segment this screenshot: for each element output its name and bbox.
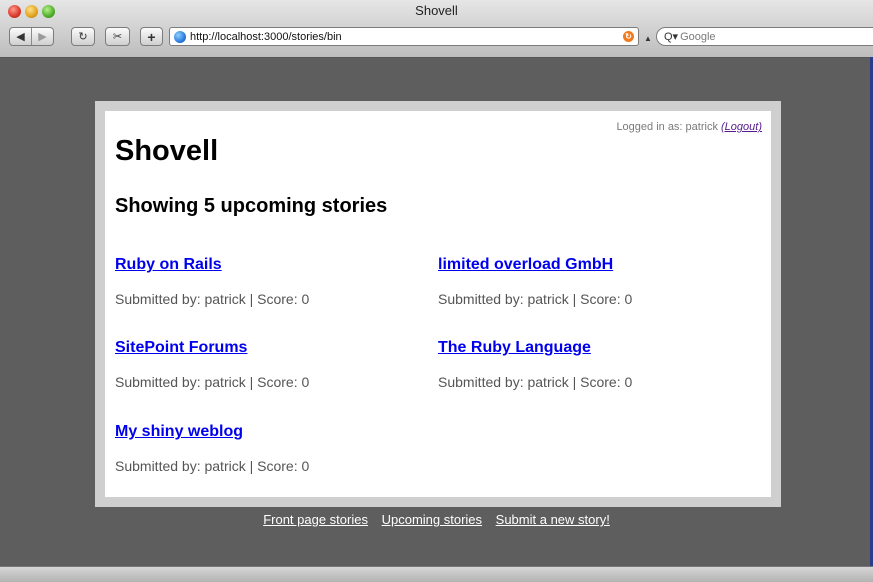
status-bar [0, 566, 873, 582]
story-link[interactable]: Ruby on Rails [115, 256, 222, 273]
logout-link[interactable]: (Logout) [721, 121, 762, 133]
webclip-icon: ✂ [112, 31, 123, 43]
story-item: limited overload GmbH Submitted by: patr… [438, 256, 748, 307]
window-title: Shovell [415, 3, 458, 18]
search-field[interactable]: Q▾ [656, 27, 873, 46]
story-meta: Submitted by: patrick | Score: 0 [438, 374, 633, 390]
stories-heading: Showing 5 upcoming stories [115, 195, 388, 217]
story-item: SitePoint Forums Submitted by: patrick |… [115, 339, 425, 390]
story-item: My shiny weblog Submitted by: patrick | … [115, 423, 425, 474]
reload-icon: ↻ [78, 31, 88, 43]
snapback-icon[interactable]: ↻ [623, 31, 634, 42]
story-item: Ruby on Rails Submitted by: patrick | Sc… [115, 256, 425, 307]
story-meta: Submitted by: patrick | Score: 0 [115, 291, 310, 307]
add-bookmark-button[interactable]: + [140, 27, 163, 46]
page-content: Logged in as: patrick (Logout) Shovell S… [105, 111, 771, 497]
address-bar[interactable]: http://localhost:3000/stories/bin ↻ [169, 27, 639, 46]
story-meta: Submitted by: patrick | Score: 0 [115, 374, 310, 390]
story-link[interactable]: My shiny weblog [115, 423, 243, 440]
plus-icon: + [147, 28, 156, 45]
back-forward-group: ◀ ▶ [9, 27, 54, 46]
logged-in-text: Logged in as: patrick [616, 121, 718, 133]
search-input[interactable] [680, 30, 851, 43]
search-icon[interactable]: Q▾ [664, 30, 678, 43]
chevron-down-icon[interactable]: ▲ [644, 34, 652, 43]
front-page-link[interactable]: Front page stories [263, 512, 368, 527]
url-text[interactable]: http://localhost:3000/stories/bin [190, 31, 623, 43]
submit-story-link[interactable]: Submit a new story! [496, 512, 610, 527]
story-meta: Submitted by: patrick | Score: 0 [115, 458, 310, 474]
story-link[interactable]: The Ruby Language [438, 339, 591, 356]
story-link[interactable]: SitePoint Forums [115, 339, 247, 356]
story-link[interactable]: limited overload GmbH [438, 256, 613, 273]
webclip-button[interactable]: ✂ [105, 27, 130, 46]
back-arrow-icon[interactable]: ◀ [10, 28, 31, 45]
login-status: Logged in as: patrick (Logout) [616, 121, 762, 133]
site-title: Shovell [115, 135, 219, 167]
forward-arrow-icon[interactable]: ▶ [31, 28, 53, 45]
browser-toolbar: Shovell ◀ ▶ ↻ ✂ + http://localhost:3000/… [0, 0, 873, 58]
story-meta: Submitted by: patrick | Score: 0 [438, 291, 633, 307]
globe-icon [174, 30, 186, 43]
footer-nav: Front page stories Upcoming stories Subm… [0, 512, 873, 527]
reload-button[interactable]: ↻ [71, 27, 95, 46]
story-item: The Ruby Language Submitted by: patrick … [438, 339, 748, 390]
upcoming-link[interactable]: Upcoming stories [382, 512, 482, 527]
